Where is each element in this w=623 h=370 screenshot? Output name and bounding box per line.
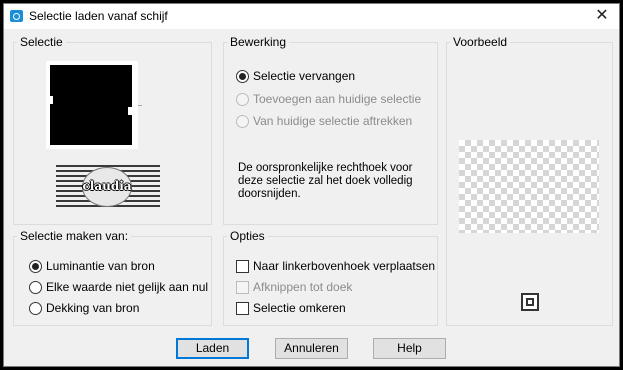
preview-canvas <box>459 140 599 233</box>
radio-button[interactable] <box>236 92 249 106</box>
check-omkeren[interactable]: Selectie omkeren <box>236 300 346 316</box>
thumbnail-tick <box>138 105 142 106</box>
maken-van-group-label: Selectie maken van: <box>17 229 132 243</box>
opties-group: Opties Naar linkerbovenhoek verplaatsen … <box>223 229 438 326</box>
close-icon[interactable]: ✕ <box>585 4 619 29</box>
radio-label: Selectie vervangen <box>253 69 356 83</box>
preview-toggle-icon[interactable] <box>521 293 539 311</box>
radio-button[interactable] <box>29 301 42 315</box>
bewerking-group-label: Bewerking <box>227 35 290 49</box>
bewerking-description: De oorspronkelijke rechthoek voor deze s… <box>238 162 413 200</box>
radio-selectie-vervangen[interactable]: Selectie vervangen <box>236 68 355 84</box>
selectie-group: Selectie claudia <box>13 35 212 225</box>
radio-dekking[interactable]: Dekking van bron <box>29 300 139 316</box>
preview-toggle-inner <box>526 298 534 306</box>
opties-group-label: Opties <box>227 229 268 243</box>
selection-thumbnail-image <box>50 65 132 145</box>
title-bar: Selectie laden vanaf schijf ✕ <box>4 4 619 29</box>
voorbeeld-group-label: Voorbeeld <box>450 35 511 49</box>
thumbnail-marker-left <box>48 96 53 104</box>
help-button[interactable]: Help <box>373 338 446 359</box>
dialog-window: Selectie laden vanaf schijf ✕ Selectie c… <box>3 3 620 367</box>
radio-label: Toevoegen aan huidige selectie <box>253 92 422 106</box>
radio-niet-nul[interactable]: Elke waarde niet gelijk aan nul <box>29 279 208 295</box>
annuleren-button[interactable]: Annuleren <box>275 338 348 359</box>
checkbox-label: Selectie omkeren <box>253 301 346 315</box>
laden-button[interactable]: Laden <box>176 338 249 359</box>
window-title: Selectie laden vanaf schijf <box>29 9 168 23</box>
checkbox-label: Afknippen tot doek <box>253 280 353 294</box>
radio-button[interactable] <box>236 114 249 128</box>
radio-luminantie[interactable]: Luminantie van bron <box>29 258 155 274</box>
claudia-logo: claudia <box>56 165 160 210</box>
checkbox-label: Naar linkerbovenhoek verplaatsen <box>253 259 436 273</box>
maken-van-group: Selectie maken van: Luminantie van bron … <box>13 229 212 326</box>
radio-aftrekken[interactable]: Van huidige selectie aftrekken <box>236 113 412 129</box>
radio-button[interactable] <box>236 69 249 83</box>
checkbox[interactable] <box>236 259 249 273</box>
logo-text: claudia <box>82 179 132 193</box>
radio-label: Dekking van bron <box>46 301 140 315</box>
selectie-group-label: Selectie <box>17 35 66 49</box>
radio-toevoegen[interactable]: Toevoegen aan huidige selectie <box>236 91 421 107</box>
thumbnail-marker-right <box>128 107 133 115</box>
radio-label: Elke waarde niet gelijk aan nul <box>46 280 209 294</box>
selection-thumbnail[interactable] <box>46 61 142 149</box>
radio-label: Luminantie van bron <box>46 259 155 273</box>
bewerking-group: Bewerking Selectie vervangen Toevoegen a… <box>223 35 438 225</box>
radio-button[interactable] <box>29 259 42 273</box>
checkbox[interactable] <box>236 280 249 294</box>
checkbox[interactable] <box>236 301 249 315</box>
radio-button[interactable] <box>29 280 42 294</box>
check-linkerbovenhoek[interactable]: Naar linkerbovenhoek verplaatsen <box>236 258 435 274</box>
radio-label: Van huidige selectie aftrekken <box>253 114 413 128</box>
check-afknippen[interactable]: Afknippen tot doek <box>236 279 352 295</box>
app-icon <box>10 10 23 22</box>
